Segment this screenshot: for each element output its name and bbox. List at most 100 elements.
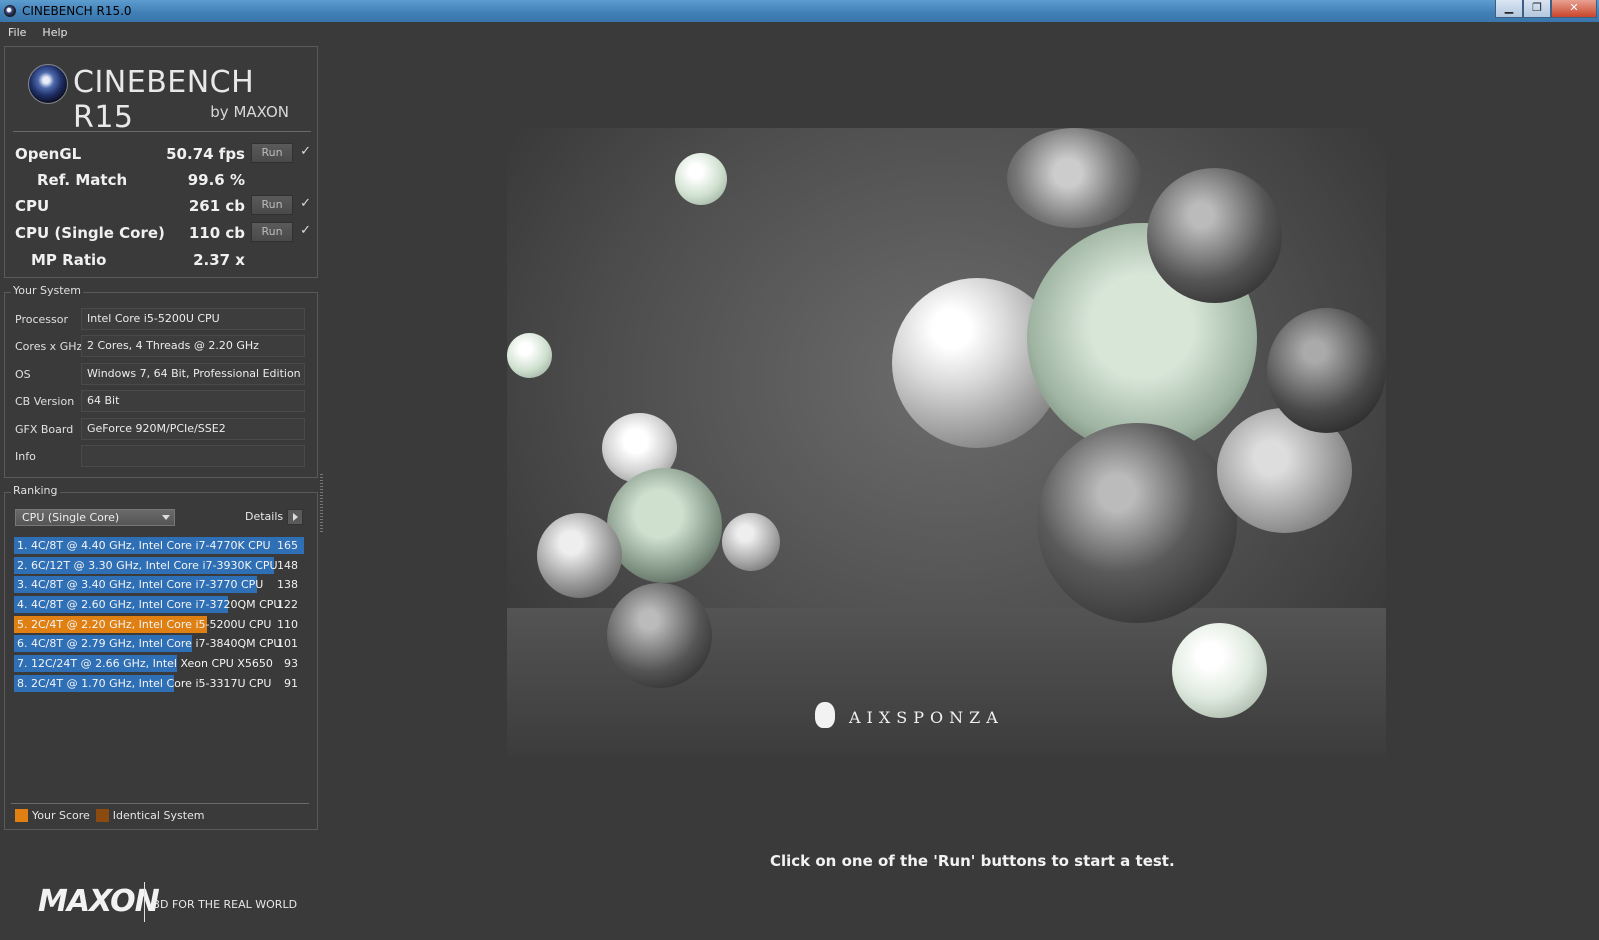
- mp-ratio-value: 2.37 x: [193, 251, 245, 269]
- your-system-panel: Your System Processor Intel Core i5-5200…: [4, 284, 318, 478]
- ranking-caption: Ranking: [11, 484, 60, 497]
- cpu-single-run-button[interactable]: Run: [251, 222, 293, 242]
- close-button[interactable]: ✕: [1551, 0, 1597, 18]
- ranking-panel: Ranking CPU (Single Core) Details 1. 4C/…: [4, 484, 318, 830]
- ranking-row-score: 165: [277, 539, 298, 552]
- ranking-row[interactable]: 5. 2C/4T @ 2.20 GHz, Intel Core i5-5200U…: [14, 615, 304, 635]
- cpu-single-value: 110 cb: [188, 224, 245, 242]
- logo-subtitle: by MAXON: [210, 103, 289, 121]
- cpu-single-check-icon[interactable]: ✓: [300, 223, 311, 238]
- maximize-button[interactable]: ❐: [1523, 0, 1551, 18]
- render-sphere: [1007, 128, 1142, 228]
- system-label: OS: [15, 368, 31, 381]
- ranking-row[interactable]: 6. 4C/8T @ 2.79 GHz, Intel Core i7-3840Q…: [14, 634, 304, 654]
- ref-match-value: 99.6 %: [187, 171, 245, 189]
- ranking-row-score: 91: [284, 676, 298, 690]
- menu-file[interactable]: File: [0, 26, 34, 39]
- ranking-type-value: CPU (Single Core): [22, 511, 120, 524]
- ranking-row[interactable]: 8. 2C/4T @ 1.70 GHz, Intel Core i5-3317U…: [14, 674, 304, 694]
- ranking-row-label: 2. 6C/12T @ 3.30 GHz, Intel Core i7-3930…: [17, 558, 278, 572]
- ranking-row[interactable]: 2. 6C/12T @ 3.30 GHz, Intel Core i7-3930…: [14, 556, 304, 576]
- ranking-row-score: 110: [277, 617, 298, 631]
- cores-field[interactable]: 2 Cores, 4 Threads @ 2.20 GHz: [81, 335, 305, 357]
- left-panel: CINEBENCH R15 by MAXON OpenGL 50.74 fps …: [0, 42, 326, 922]
- system-label: Info: [15, 450, 36, 463]
- identical-system-swatch: [95, 809, 109, 822]
- system-label: GFX Board: [15, 423, 74, 436]
- cinebench-app-icon: [4, 5, 16, 17]
- your-score-swatch: [15, 809, 28, 822]
- render-sphere: [1267, 308, 1386, 433]
- mp-ratio-row: MP Ratio 2.37 x: [15, 248, 315, 272]
- os-field[interactable]: Windows 7, 64 Bit, Professional Edition …: [81, 363, 305, 385]
- maxon-tagline: 3D FOR THE REAL WORLD: [153, 898, 298, 911]
- menu-bar: File Help: [0, 22, 1599, 42]
- ranking-type-select[interactable]: CPU (Single Core): [15, 509, 175, 526]
- maxon-footer: MAXON 3D FOR THE REAL WORLD: [0, 880, 326, 940]
- render-sphere: [1172, 623, 1267, 718]
- cpu-label: CPU: [15, 197, 50, 215]
- opengl-row: OpenGL 50.74 fps Run ✓: [15, 142, 315, 166]
- scores-panel: CINEBENCH R15 by MAXON OpenGL 50.74 fps …: [4, 46, 318, 278]
- processor-field[interactable]: Intel Core i5-5200U CPU: [81, 308, 305, 330]
- identical-system-label: Identical System: [112, 809, 205, 822]
- opengl-value: 50.74 fps: [166, 145, 245, 163]
- ranking-list: 1. 4C/8T @ 4.40 GHz, Intel Core i7-4770K…: [14, 536, 304, 694]
- cb-version-field[interactable]: 64 Bit: [81, 390, 305, 412]
- opengl-check-icon[interactable]: ✓: [300, 144, 311, 159]
- ranking-row[interactable]: 1. 4C/8T @ 4.40 GHz, Intel Core i7-4770K…: [14, 536, 304, 556]
- ranking-row-score: 101: [277, 637, 298, 651]
- ranking-row-label: 6. 4C/8T @ 2.79 GHz, Intel Core i7-3840Q…: [17, 637, 282, 651]
- logo-title: CINEBENCH R15: [73, 65, 255, 135]
- system-row-cores: Cores x GHz 2 Cores, 4 Threads @ 2.20 GH…: [15, 335, 305, 357]
- your-system-caption: Your System: [11, 284, 83, 297]
- render-sphere: [607, 468, 722, 583]
- render-sphere: [507, 333, 552, 378]
- ranking-row[interactable]: 7. 12C/24T @ 2.66 GHz, Intel Xeon CPU X5…: [14, 654, 304, 674]
- system-row-processor: Processor Intel Core i5-5200U CPU: [15, 308, 305, 330]
- render-sphere: [722, 513, 780, 571]
- opengl-label: OpenGL: [15, 145, 82, 163]
- ranking-row-score: 122: [277, 598, 298, 612]
- gfx-board-field[interactable]: GeForce 920M/PCIe/SSE2: [81, 418, 305, 440]
- system-label: CB Version: [15, 395, 75, 408]
- render-sphere: [607, 583, 712, 688]
- system-row-info: Info: [15, 445, 305, 467]
- cpu-check-icon[interactable]: ✓: [300, 196, 311, 211]
- render-preview: AIXSPONZA: [507, 128, 1386, 756]
- minimize-button[interactable]: ▁: [1495, 0, 1523, 18]
- divider: [11, 803, 309, 804]
- ranking-row[interactable]: 3. 4C/8T @ 3.40 GHz, Intel Core i7-3770 …: [14, 575, 304, 595]
- ranking-row[interactable]: 4. 4C/8T @ 2.60 GHz, Intel Core i7-3720Q…: [14, 595, 304, 615]
- system-row-cb-version: CB Version 64 Bit: [15, 390, 305, 412]
- ranking-row-label: 5. 2C/4T @ 2.20 GHz, Intel Core i5-5200U…: [17, 617, 272, 631]
- window-title: CINEBENCH R15.0: [22, 4, 132, 18]
- cpu-row: CPU 261 cb Run ✓: [15, 194, 315, 218]
- render-sphere: [1037, 423, 1237, 623]
- aixsponza-brand: AIXSPONZA: [849, 708, 1004, 727]
- maxon-logo: MAXON: [38, 884, 160, 919]
- opengl-run-button[interactable]: Run: [251, 143, 293, 163]
- panel-splitter[interactable]: [320, 474, 323, 534]
- menu-help[interactable]: Help: [34, 26, 75, 39]
- render-sphere: [537, 513, 622, 598]
- window-controls: ▁ ❐ ✕: [1495, 0, 1597, 18]
- details-button[interactable]: [287, 509, 303, 525]
- cpu-run-button[interactable]: Run: [251, 195, 293, 215]
- info-field[interactable]: [81, 445, 305, 467]
- ranking-row-label: 8. 2C/4T @ 1.70 GHz, Intel Core i5-3317U…: [17, 676, 272, 690]
- ranking-row-label: 3. 4C/8T @ 3.40 GHz, Intel Core i7-3770 …: [17, 578, 264, 592]
- cpu-single-row: CPU (Single Core) 110 cb Run ✓: [15, 221, 315, 245]
- status-message: Click on one of the 'Run' buttons to sta…: [770, 852, 1175, 870]
- ref-match-label: Ref. Match: [37, 171, 128, 189]
- system-row-gfx: GFX Board GeForce 920M/PCIe/SSE2: [15, 418, 305, 440]
- ranking-row-label: 1. 4C/8T @ 4.40 GHz, Intel Core i7-4770K…: [17, 539, 271, 552]
- ranking-row-score: 148: [277, 558, 298, 572]
- system-row-os: OS Windows 7, 64 Bit, Professional Editi…: [15, 363, 305, 385]
- divider: [13, 131, 311, 132]
- system-label: Processor: [15, 313, 68, 326]
- render-sphere: [1147, 168, 1282, 303]
- your-score-label: Your Score: [32, 809, 90, 822]
- render-sphere: [675, 153, 727, 205]
- title-bar: CINEBENCH R15.0 ▁ ❐ ✕: [0, 0, 1599, 22]
